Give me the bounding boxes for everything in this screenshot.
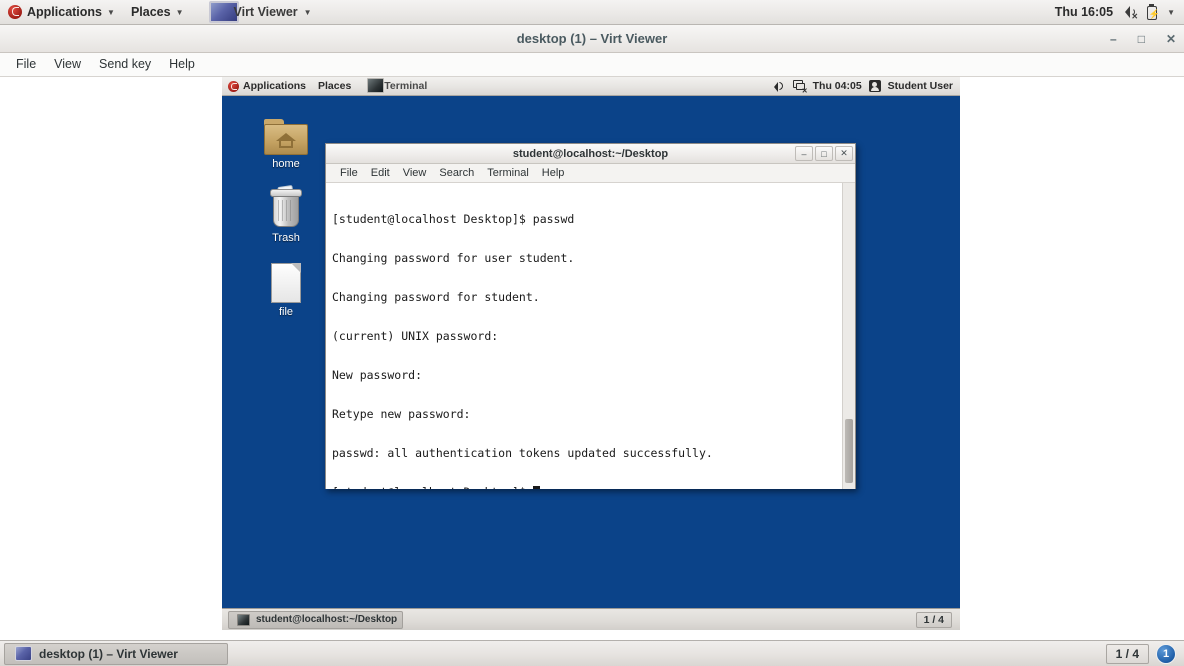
network-disconnected-icon[interactable]: ✕ bbox=[792, 80, 808, 95]
desktop-icon-trash-label: Trash bbox=[272, 232, 300, 244]
terminal-line: Retype new password: bbox=[332, 407, 471, 421]
fedora-logo-icon bbox=[8, 5, 22, 19]
virt-viewer-viewport: Applications Places Terminal ✕ Thu 04:05… bbox=[0, 77, 1184, 640]
terminal-prompt-line: [student@localhost Desktop]$ bbox=[332, 486, 836, 489]
battery-charging-icon[interactable]: ⚡ bbox=[1146, 3, 1160, 20]
terminal-line: passwd: all authentication tokens update… bbox=[332, 446, 713, 460]
terminal-menu-edit[interactable]: Edit bbox=[365, 166, 396, 181]
speaker-icon[interactable] bbox=[773, 81, 786, 92]
host-workspace-indicator[interactable]: 1 / 4 bbox=[1105, 643, 1149, 664]
virt-viewer-window: desktop (1) – Virt Viewer – □ ✕ File Vie… bbox=[0, 25, 1184, 640]
terminal-prompt-text: [student@localhost Desktop]$ bbox=[332, 485, 533, 490]
menu-send-key[interactable]: Send key bbox=[91, 55, 159, 74]
guest-window-tab-label: Terminal bbox=[384, 80, 428, 92]
maximize-button[interactable]: □ bbox=[1138, 33, 1145, 45]
host-bottom-status-area: 1 / 4 1 bbox=[1105, 643, 1176, 664]
home-folder-icon bbox=[250, 107, 322, 155]
terminal-cursor bbox=[532, 486, 540, 489]
guest-taskbar-item-label: student@localhost:~/Desktop bbox=[256, 614, 398, 625]
virt-viewer-menubar: File View Send key Help bbox=[0, 53, 1184, 77]
chevron-down-icon: ▼ bbox=[303, 8, 312, 17]
guest-vm-screen[interactable]: Applications Places Terminal ✕ Thu 04:05… bbox=[222, 77, 960, 630]
host-taskbar-item-virt-viewer[interactable]: desktop (1) – Virt Viewer bbox=[4, 642, 228, 665]
user-icon bbox=[868, 80, 881, 92]
host-window-list-item-virt-viewer[interactable]: Virt Viewer ▼ bbox=[203, 0, 321, 27]
terminal-minimize-button[interactable]: – bbox=[795, 146, 813, 161]
host-taskbar-item-label: desktop (1) – Virt Viewer bbox=[39, 646, 178, 661]
host-places-label: Places bbox=[130, 5, 171, 19]
menu-help[interactable]: Help bbox=[161, 55, 203, 74]
speaker-muted-icon[interactable]: ✕ bbox=[1122, 5, 1138, 21]
virt-viewer-window-controls: – □ ✕ bbox=[1110, 25, 1176, 53]
virt-viewer-titlebar[interactable]: desktop (1) – Virt Viewer – □ ✕ bbox=[0, 25, 1184, 53]
guest-bottom-panel: student@localhost:~/Desktop 1 / 4 bbox=[222, 608, 960, 630]
terminal-line: Changing password for student. bbox=[332, 290, 540, 304]
guest-places-label: Places bbox=[318, 80, 352, 92]
terminal-scrollbar[interactable] bbox=[842, 183, 855, 489]
host-bottom-panel: desktop (1) – Virt Viewer 1 / 4 1 bbox=[0, 640, 1184, 666]
host-workspace-badge[interactable]: 1 bbox=[1156, 643, 1176, 664]
host-desktop: Applications ▼ Places ▼ Virt Viewer ▼ Th… bbox=[0, 0, 1184, 666]
terminal-maximize-button[interactable]: □ bbox=[815, 146, 833, 161]
terminal-icon bbox=[237, 613, 250, 626]
guest-top-panel: Applications Places Terminal ✕ Thu 04:05… bbox=[222, 77, 960, 96]
host-status-area: Thu 16:05 ✕ ⚡ ▼ bbox=[1055, 3, 1184, 21]
trash-icon bbox=[250, 181, 322, 229]
terminal-line: [student@localhost Desktop]$ passwd bbox=[332, 212, 575, 226]
terminal-menu-terminal[interactable]: Terminal bbox=[481, 166, 535, 181]
host-applications-menu[interactable]: Applications ▼ bbox=[0, 0, 123, 24]
terminal-menu-view[interactable]: View bbox=[397, 166, 433, 181]
chevron-down-icon: ▼ bbox=[107, 8, 115, 17]
chevron-down-icon: ▼ bbox=[175, 8, 184, 17]
chevron-down-icon[interactable]: ▼ bbox=[1167, 9, 1175, 17]
terminal-body[interactable]: [student@localhost Desktop]$ passwd Chan… bbox=[326, 183, 855, 489]
guest-status-area: ✕ Thu 04:05 Student User bbox=[773, 80, 960, 95]
monitor-icon bbox=[15, 646, 32, 661]
guest-clock[interactable]: Thu 04:05 bbox=[813, 80, 862, 92]
terminal-window: student@localhost:~/Desktop – □ ✕ File E… bbox=[325, 143, 856, 489]
desktop-icon-home[interactable]: home bbox=[250, 107, 322, 170]
desktop-icon-trash[interactable]: Trash bbox=[250, 181, 322, 244]
menu-file[interactable]: File bbox=[8, 55, 44, 74]
guest-window-list-item-terminal[interactable]: Terminal bbox=[363, 77, 435, 96]
terminal-titlebar[interactable]: student@localhost:~/Desktop – □ ✕ bbox=[326, 144, 855, 164]
terminal-menu-search[interactable]: Search bbox=[433, 166, 480, 181]
host-top-panel: Applications ▼ Places ▼ Virt Viewer ▼ Th… bbox=[0, 0, 1184, 27]
terminal-line: Changing password for user student. bbox=[332, 251, 575, 265]
terminal-output[interactable]: [student@localhost Desktop]$ passwd Chan… bbox=[326, 183, 842, 489]
terminal-line: (current) UNIX password: bbox=[332, 329, 499, 343]
host-window-tab-label: Virt Viewer bbox=[233, 5, 298, 19]
guest-taskbar-item-terminal[interactable]: student@localhost:~/Desktop bbox=[228, 610, 403, 629]
terminal-title: student@localhost:~/Desktop bbox=[512, 147, 669, 160]
close-button[interactable]: ✕ bbox=[1166, 33, 1176, 45]
terminal-close-button[interactable]: ✕ bbox=[835, 146, 853, 161]
terminal-window-controls: – □ ✕ bbox=[795, 146, 853, 161]
desktop-icon-home-label: home bbox=[272, 158, 300, 170]
terminal-menubar: File Edit View Search Terminal Help bbox=[326, 164, 855, 183]
host-applications-label: Applications bbox=[27, 5, 103, 19]
document-icon bbox=[250, 255, 322, 303]
desktop-icon-file-label: file bbox=[278, 306, 294, 318]
menu-view[interactable]: View bbox=[46, 55, 89, 74]
guest-user-label[interactable]: Student User bbox=[888, 80, 953, 92]
terminal-menu-file[interactable]: File bbox=[334, 166, 364, 181]
terminal-menu-help[interactable]: Help bbox=[536, 166, 571, 181]
guest-workspace-indicator[interactable]: 1 / 4 bbox=[915, 611, 952, 628]
desktop-icon-file[interactable]: file bbox=[250, 255, 322, 318]
guest-applications-menu[interactable]: Applications bbox=[222, 77, 312, 96]
host-places-menu[interactable]: Places ▼ bbox=[123, 0, 192, 24]
terminal-scrollbar-thumb[interactable] bbox=[845, 419, 853, 483]
guest-places-menu[interactable]: Places bbox=[312, 77, 357, 96]
minimize-button[interactable]: – bbox=[1110, 33, 1117, 45]
virt-viewer-title: desktop (1) – Virt Viewer bbox=[516, 31, 668, 46]
fedora-logo-icon bbox=[228, 80, 239, 92]
guest-applications-label: Applications bbox=[243, 80, 307, 92]
host-clock[interactable]: Thu 16:05 bbox=[1055, 5, 1113, 19]
terminal-line: New password: bbox=[332, 368, 423, 382]
